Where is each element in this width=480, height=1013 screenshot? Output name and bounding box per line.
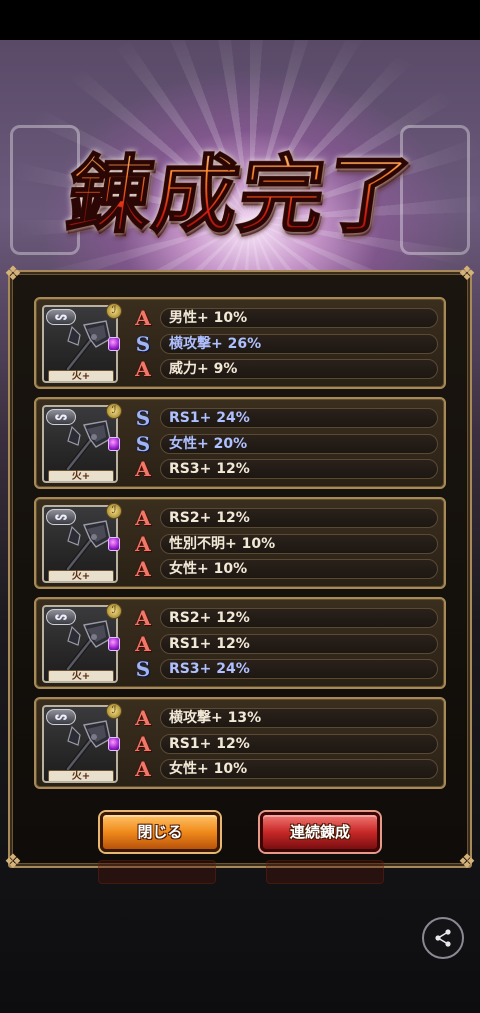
element-badge: 火+ (48, 570, 114, 581)
weapon-thumbnail: ᔕ 火+ (42, 505, 118, 583)
axe-icon (65, 420, 111, 472)
stat-row: S 横攻撃+ 26% (132, 333, 440, 355)
stat-text: RS1+ 12% (160, 634, 438, 654)
corner-ornament-icon: ❖ (4, 849, 22, 873)
corner-ornament-icon: ❖ (458, 849, 476, 873)
stat-text: 威力+ 9% (160, 359, 438, 379)
result-card[interactable]: ᔕ 火+ ℐ A RS2+ 12% A 性別不明+ 10% A 女性+ 10% (34, 497, 446, 589)
corner-ornament-icon: ❖ (4, 261, 22, 285)
stat-text: RS2+ 12% (160, 608, 438, 628)
rank-a-icon: A (135, 632, 151, 656)
gem-icon (108, 437, 120, 451)
axe-icon (65, 620, 111, 672)
stat-text: 女性+ 20% (160, 434, 438, 454)
stat-row: A RS1+ 12% (132, 633, 440, 655)
stat-text: RS1+ 24% (160, 408, 438, 428)
weapon-thumbnail: ᔕ 火+ (42, 605, 118, 683)
axe-icon (65, 720, 111, 772)
weapon-emblem-icon: ℐ (106, 503, 122, 519)
element-badge: 火+ (48, 470, 114, 481)
corner-ornament-icon: ❖ (458, 261, 476, 285)
stat-row: S RS1+ 24% (132, 407, 440, 429)
weapon-thumbnail: ᔕ 火+ (42, 705, 118, 783)
stat-text: 性別不明+ 10% (160, 534, 438, 554)
stat-row: A 女性+ 10% (132, 558, 440, 580)
rank-a-icon: A (135, 732, 151, 756)
stat-text: 女性+ 10% (160, 559, 438, 579)
stat-text: 横攻撃+ 26% (160, 334, 438, 354)
share-icon (435, 929, 451, 947)
share-button[interactable] (422, 917, 464, 959)
rank-a-icon: A (135, 357, 151, 381)
rank-a-icon: A (135, 457, 151, 481)
continue-refine-button[interactable]: 連続錬成 (260, 812, 380, 852)
gem-icon (108, 737, 120, 751)
gem-icon (108, 637, 120, 651)
result-card[interactable]: ᔕ 火+ ℐ A RS2+ 12% A RS1+ 12% S RS3+ 24% (34, 597, 446, 689)
rank-a-icon: A (135, 606, 151, 630)
result-card[interactable]: ᔕ 火+ ℐ A 男性+ 10% S 横攻撃+ 26% A 威力+ 9% (34, 297, 446, 389)
rank-s-icon: S (135, 332, 151, 356)
axe-icon (65, 520, 111, 572)
rank-a-icon: A (135, 557, 151, 581)
weapon-thumbnail: ᔕ 火+ (42, 305, 118, 383)
stat-row: A RS1+ 12% (132, 733, 440, 755)
weapon-emblem-icon: ℐ (106, 703, 122, 719)
page-title: 錬成完了 (32, 140, 447, 250)
rank-s-icon: S (135, 406, 151, 430)
gem-icon (108, 537, 120, 551)
stat-text: RS3+ 24% (160, 659, 438, 679)
weapon-emblem-icon: ℐ (106, 303, 122, 319)
status-bar (0, 0, 480, 40)
stat-row: A 男性+ 10% (132, 307, 440, 329)
stat-row: A 性別不明+ 10% (132, 533, 440, 555)
stat-text: 横攻撃+ 13% (160, 708, 438, 728)
stat-text: RS2+ 12% (160, 508, 438, 528)
stat-row: S RS3+ 24% (132, 658, 440, 680)
stat-row: A RS2+ 12% (132, 607, 440, 629)
result-card[interactable]: ᔕ 火+ ℐ A 横攻撃+ 13% A RS1+ 12% A 女性+ 10% (34, 697, 446, 789)
rank-a-icon: A (135, 706, 151, 730)
background-button-ghost (266, 860, 384, 884)
element-badge: 火+ (48, 770, 114, 781)
stat-row: S 女性+ 20% (132, 433, 440, 455)
rank-a-icon: A (135, 532, 151, 556)
stat-text: 女性+ 10% (160, 759, 438, 779)
weapon-emblem-icon: ℐ (106, 403, 122, 419)
stat-row: A 威力+ 9% (132, 358, 440, 380)
stat-row: A 横攻撃+ 13% (132, 707, 440, 729)
close-button[interactable]: 閉じる (100, 812, 220, 852)
rank-s-icon: S (135, 432, 151, 456)
stat-row: A RS3+ 12% (132, 458, 440, 480)
stat-text: RS1+ 12% (160, 734, 438, 754)
gem-icon (108, 337, 120, 351)
axe-icon (65, 320, 111, 372)
rank-a-icon: A (135, 306, 151, 330)
background-button-ghost (98, 860, 216, 884)
rank-s-icon: S (135, 657, 151, 681)
element-badge: 火+ (48, 370, 114, 381)
stat-text: RS3+ 12% (160, 459, 438, 479)
stat-row: A 女性+ 10% (132, 758, 440, 780)
stat-row: A RS2+ 12% (132, 507, 440, 529)
weapon-emblem-icon: ℐ (106, 603, 122, 619)
rank-a-icon: A (135, 757, 151, 781)
weapon-thumbnail: ᔕ 火+ (42, 405, 118, 483)
stat-text: 男性+ 10% (160, 308, 438, 328)
element-badge: 火+ (48, 670, 114, 681)
result-card[interactable]: ᔕ 火+ ℐ S RS1+ 24% S 女性+ 20% A RS3+ 12% (34, 397, 446, 489)
rank-a-icon: A (135, 506, 151, 530)
